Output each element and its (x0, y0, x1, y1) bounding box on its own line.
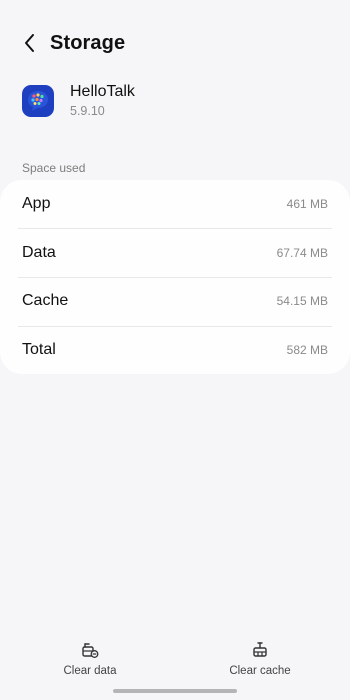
storage-row-total: Total 582 MB (0, 326, 350, 375)
clear-data-icon (80, 640, 100, 660)
clear-cache-label: Clear cache (229, 665, 291, 677)
clear-cache-icon (250, 640, 270, 660)
row-label: Cache (22, 292, 69, 310)
chevron-left-icon (25, 34, 34, 52)
app-name: HelloTalk (70, 83, 135, 100)
section-header-space-used: Space used (22, 161, 86, 175)
row-value: 582 MB (286, 342, 328, 357)
row-value: 67.74 MB (276, 245, 328, 260)
home-indicator[interactable] (113, 689, 237, 693)
row-value: 54.15 MB (276, 294, 328, 309)
bottom-action-bar: Clear data Clear cache (0, 640, 350, 680)
clear-cache-button[interactable]: Clear cache (205, 640, 315, 680)
storage-row-cache: Cache 54.15 MB (0, 277, 350, 326)
app-text: HelloTalk 5.9.10 (70, 82, 135, 119)
row-value: 461 MB (286, 197, 328, 212)
header-bar: Storage (0, 26, 350, 60)
storage-card: App 461 MB Data 67.74 MB Cache 54.15 MB … (0, 180, 350, 374)
storage-row-app: App 461 MB (0, 180, 350, 229)
clear-data-button[interactable]: Clear data (35, 640, 145, 680)
row-label: Total (22, 340, 56, 358)
back-button[interactable] (16, 26, 44, 60)
row-label: App (22, 195, 51, 213)
storage-row-data: Data 67.74 MB (0, 229, 350, 278)
app-info: HelloTalk 5.9.10 (22, 82, 135, 119)
hellotalk-app-icon (22, 85, 54, 117)
page-title: Storage (50, 31, 126, 54)
clear-data-label: Clear data (63, 665, 117, 677)
row-label: Data (22, 243, 56, 261)
app-version: 5.9.10 (70, 104, 105, 118)
